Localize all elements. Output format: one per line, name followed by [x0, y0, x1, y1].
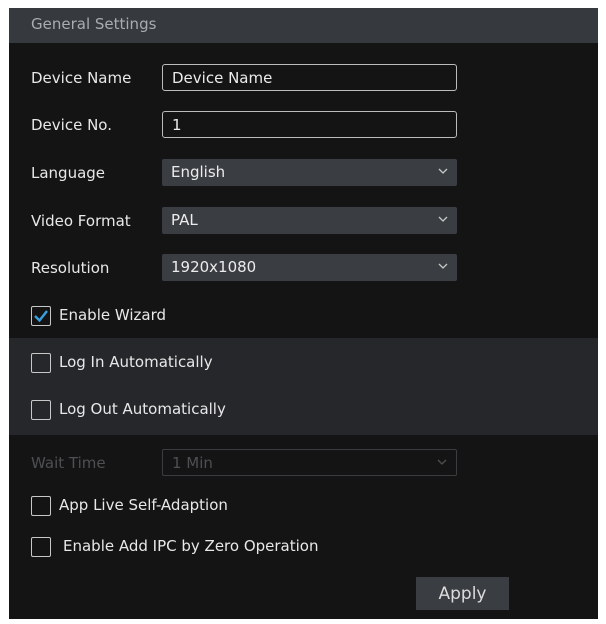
- zero-operation-checkbox[interactable]: [31, 537, 51, 557]
- device-name-label: Device Name: [31, 69, 132, 87]
- resolution-value: 1920x1080: [171, 258, 257, 276]
- device-name-input[interactable]: Device Name: [162, 64, 457, 91]
- video-format-label: Video Format: [31, 212, 131, 230]
- device-no-input[interactable]: 1: [162, 111, 457, 138]
- log-in-automatically-label: Log In Automatically: [59, 353, 213, 371]
- log-out-automatically-label: Log Out Automatically: [59, 400, 226, 418]
- panel-header: General Settings: [9, 8, 598, 43]
- video-format-select[interactable]: PAL: [162, 207, 457, 234]
- video-format-value: PAL: [171, 211, 198, 229]
- resolution-select[interactable]: 1920x1080: [162, 254, 457, 281]
- app-live-self-adaption-checkbox[interactable]: [31, 496, 51, 516]
- wait-time-value: 1 Min: [172, 454, 213, 472]
- panel-title: General Settings: [31, 15, 157, 33]
- log-out-automatically-checkbox[interactable]: [31, 400, 51, 420]
- wait-time-select: 1 Min: [162, 449, 457, 476]
- chevron-down-icon: [438, 168, 448, 174]
- resolution-label: Resolution: [31, 259, 110, 277]
- zero-operation-label: Enable Add IPC by Zero Operation: [63, 537, 319, 555]
- app-live-self-adaption-label: App Live Self-Adaption: [59, 496, 228, 514]
- chevron-down-icon: [438, 263, 448, 269]
- wait-time-label: Wait Time: [31, 454, 106, 472]
- chevron-down-icon: [437, 459, 447, 465]
- chevron-down-icon: [438, 216, 448, 222]
- language-label: Language: [31, 164, 106, 182]
- language-select[interactable]: English: [162, 159, 457, 186]
- enable-wizard-label: Enable Wizard: [59, 306, 167, 324]
- enable-wizard-checkbox[interactable]: [31, 306, 51, 326]
- log-in-automatically-checkbox[interactable]: [31, 353, 51, 373]
- general-settings-panel: General Settings Device Name Device Name…: [9, 8, 598, 619]
- language-value: English: [171, 163, 226, 181]
- apply-button[interactable]: Apply: [416, 577, 509, 610]
- device-no-label: Device No.: [31, 116, 112, 134]
- checkmark-icon: [34, 310, 48, 323]
